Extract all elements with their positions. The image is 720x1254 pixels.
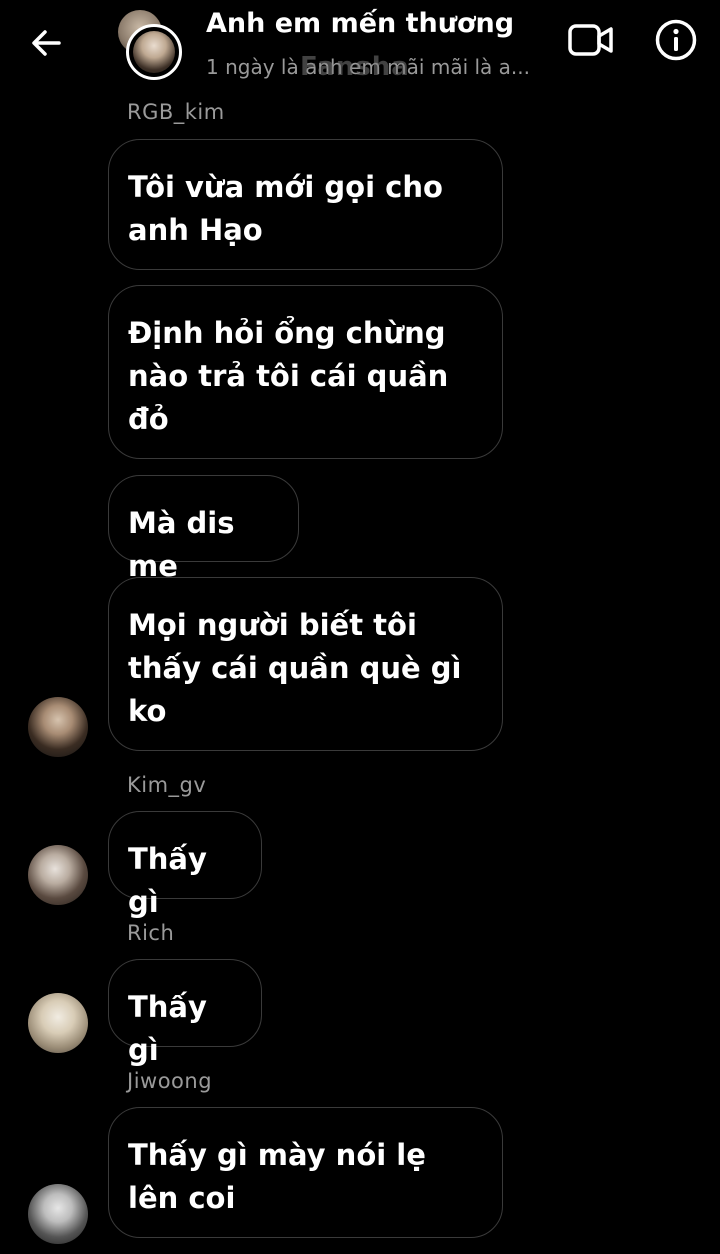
message-bubble[interactable]: Tôi vừa mới gọi cho anh Hạo bbox=[108, 139, 503, 270]
message-text: Mọi người biết tôi thấy cái quần què gì … bbox=[128, 608, 472, 728]
message-text: Định hỏi ổng chừng nào trả tôi cái quần … bbox=[128, 316, 459, 436]
watermark: Fansha bbox=[300, 52, 410, 82]
sender-name: Kim_gv bbox=[127, 773, 207, 797]
avatar[interactable] bbox=[28, 845, 88, 905]
sender-name: Rich bbox=[127, 921, 175, 945]
message-bubble[interactable]: Thấy gì mày nói lẹ lên coi bbox=[108, 1107, 503, 1238]
back-arrow-icon bbox=[32, 30, 61, 56]
avatar[interactable] bbox=[28, 697, 88, 757]
message-bubble[interactable]: Định hỏi ổng chừng nào trả tôi cái quần … bbox=[108, 285, 503, 459]
group-avatar[interactable] bbox=[114, 10, 182, 80]
sender-name: Jiwoong bbox=[127, 1069, 213, 1093]
message-bubble[interactable]: Mọi người biết tôi thấy cái quần què gì … bbox=[108, 577, 503, 751]
back-button[interactable] bbox=[26, 22, 68, 64]
message-text: Thấy gì mày nói lẹ lên coi bbox=[128, 1138, 437, 1215]
video-call-icon bbox=[568, 24, 613, 56]
avatar[interactable] bbox=[28, 1184, 88, 1244]
message-text: Tôi vừa mới gọi cho anh Hạo bbox=[128, 170, 454, 247]
sender-name: RGB_kim bbox=[127, 100, 225, 124]
message-text: Thấy gì bbox=[128, 990, 218, 1067]
avatar[interactable] bbox=[28, 993, 88, 1053]
info-icon bbox=[655, 19, 697, 61]
message-bubble[interactable]: Thấy gì bbox=[108, 959, 262, 1067]
info-button[interactable] bbox=[654, 18, 698, 62]
message-text: Thấy gì bbox=[128, 842, 218, 919]
group-avatar-primary bbox=[126, 24, 182, 80]
video-call-button[interactable] bbox=[566, 18, 616, 62]
message-text: Mà dis me bbox=[128, 506, 245, 583]
chat-title[interactable]: Anh em mến thương bbox=[206, 8, 514, 39]
message-bubble[interactable]: Mà dis me bbox=[108, 475, 299, 583]
message-bubble[interactable]: Thấy gì bbox=[108, 811, 262, 919]
chat-header: Anh em mến thương 1 ngày là anh em mãi m… bbox=[0, 0, 720, 90]
